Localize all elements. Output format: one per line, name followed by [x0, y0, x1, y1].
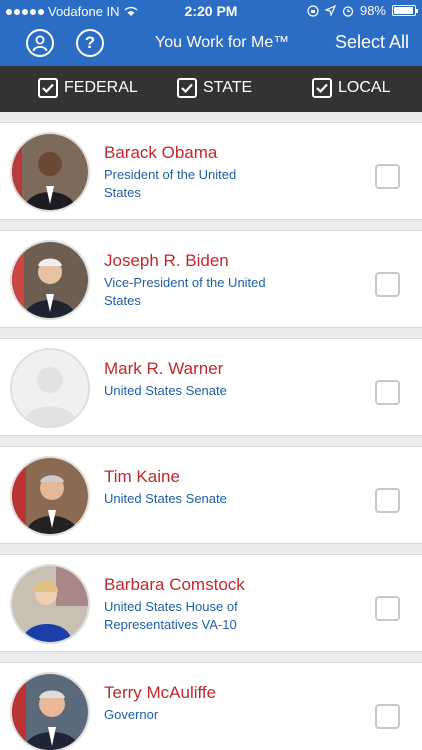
filter-local[interactable]: LOCAL: [312, 78, 390, 98]
official-office: United States Senate: [104, 491, 227, 506]
official-name: Barbara Comstock: [104, 575, 245, 594]
official-row[interactable]: Barbara Comstock United States House of …: [0, 554, 422, 652]
official-name: Terry McAuliffe: [104, 683, 217, 702]
filter-label: STATE: [203, 79, 253, 96]
filter-label: LOCAL: [338, 79, 391, 96]
filter-label: FEDERAL: [64, 79, 138, 96]
official-name: Mark R. Warner: [104, 359, 224, 378]
select-checkbox[interactable]: [375, 164, 400, 189]
battery-icon: [392, 5, 418, 16]
official-row[interactable]: Tim Kaine United States Senate: [0, 446, 422, 544]
placeholder-avatar: [10, 348, 90, 428]
help-button[interactable]: ?: [76, 29, 104, 57]
rotation-lock-icon: [307, 4, 319, 17]
official-name: Tim Kaine: [104, 467, 180, 486]
page-title: You Work for Me™: [155, 34, 290, 51]
select-checkbox[interactable]: [375, 596, 400, 621]
user-icon: [32, 35, 48, 52]
app-header: ? You Work for Me™ Select All: [0, 22, 422, 66]
official-photo: [10, 240, 90, 320]
official-row[interactable]: Terry McAuliffe Governor: [0, 662, 422, 750]
official-row[interactable]: Mark R. Warner United States Senate: [0, 338, 422, 436]
checkbox-checked-icon: [38, 78, 58, 98]
official-office: Governor: [104, 707, 159, 722]
official-office: President of the United States: [104, 167, 237, 200]
official-office: United States House of Representatives V…: [104, 599, 238, 632]
select-checkbox[interactable]: [375, 704, 400, 729]
location-icon: [324, 5, 336, 16]
select-all-button[interactable]: Select All: [335, 32, 409, 53]
official-photo: [10, 672, 90, 750]
official-name: Joseph R. Biden: [104, 251, 229, 270]
select-checkbox[interactable]: [375, 488, 400, 513]
status-bar: Vodafone IN 2:20 PM 98%: [0, 0, 422, 22]
official-office: Vice-President of the United States: [104, 275, 266, 308]
filter-state[interactable]: STATE: [177, 78, 252, 98]
level-filter-bar: FEDERAL STATE LOCAL: [0, 66, 422, 112]
checkbox-checked-icon: [177, 78, 197, 98]
official-photo: [10, 456, 90, 536]
question-mark-icon: ?: [84, 33, 96, 52]
select-checkbox[interactable]: [375, 272, 400, 297]
official-row[interactable]: Barack Obama President of the United Sta…: [0, 122, 422, 220]
checkbox-checked-icon: [312, 78, 332, 98]
official-row[interactable]: Joseph R. Biden Vice-President of the Un…: [0, 230, 422, 328]
profile-button[interactable]: [26, 29, 54, 57]
official-photo: [10, 564, 90, 644]
official-name: Barack Obama: [104, 143, 218, 162]
select-checkbox[interactable]: [375, 380, 400, 405]
official-photo: [10, 132, 90, 212]
official-office: United States Senate: [104, 383, 227, 398]
filter-federal[interactable]: FEDERAL: [38, 78, 138, 98]
battery-percent: 98%: [359, 3, 386, 18]
alarm-icon: [342, 5, 354, 17]
